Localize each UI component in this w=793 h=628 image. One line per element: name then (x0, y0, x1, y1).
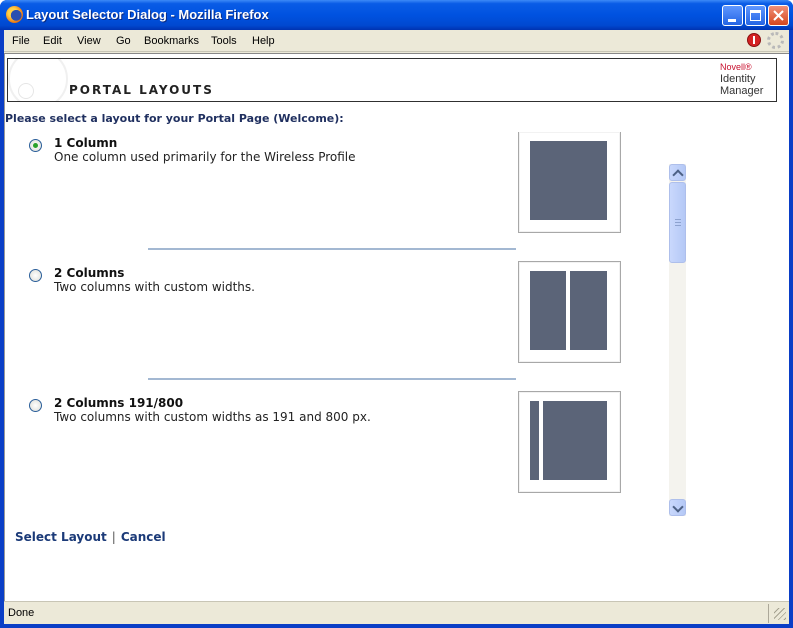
minimize-icon (728, 19, 736, 22)
layout-description: One column used primarily for the Wirele… (54, 150, 356, 164)
status-divider (768, 604, 769, 623)
scroll-up-button[interactable] (669, 164, 686, 181)
thumbnail-column (530, 141, 607, 220)
layout-option[interactable]: 2 Columns 191/800 Two columns with custo… (5, 391, 665, 505)
layout-separator (148, 378, 516, 380)
brand-line-2: Manager (720, 85, 764, 97)
thumbnail-column (543, 401, 607, 480)
menu-tools[interactable]: Tools (211, 35, 237, 47)
browser-window: Layout Selector Dialog - Mozilla Firefox… (0, 0, 793, 628)
close-button[interactable] (768, 5, 789, 26)
layout-option[interactable]: 1 Column One column used primarily for t… (5, 132, 665, 262)
layout-thumbnail-1-column[interactable] (518, 132, 621, 233)
layout-option[interactable]: 2 Columns Two columns with custom widths… (5, 261, 665, 392)
layout-title[interactable]: 2 Columns 191/800 (54, 396, 183, 410)
portal-header: PORTAL LAYOUTS Novell® Identity Manager (7, 58, 777, 102)
menu-bookmarks[interactable]: Bookmarks (144, 35, 199, 47)
layout-title[interactable]: 2 Columns (54, 266, 124, 280)
header-decoration-small (18, 83, 34, 99)
thumbnail-column (570, 271, 607, 350)
action-separator: | (111, 530, 116, 544)
page-content: PORTAL LAYOUTS Novell® Identity Manager … (4, 53, 789, 601)
layout-description: Two columns with custom widths as 191 an… (54, 410, 371, 424)
resize-grip-icon[interactable] (774, 608, 786, 620)
firefox-icon (6, 6, 23, 23)
status-text: Done (8, 607, 35, 619)
menu-edit[interactable]: Edit (43, 35, 62, 47)
close-icon (773, 10, 784, 21)
cancel-link[interactable]: Cancel (121, 530, 166, 544)
window-client: File Edit View Go Bookmarks Tools Help P… (4, 30, 789, 624)
select-layout-link[interactable]: Select Layout (15, 530, 107, 544)
layout-separator (148, 248, 516, 250)
page-title: PORTAL LAYOUTS (69, 83, 214, 97)
brand-line-1: Identity (720, 73, 756, 85)
menu-bar: File Edit View Go Bookmarks Tools Help (4, 30, 789, 52)
title-bar[interactable]: Layout Selector Dialog - Mozilla Firefox (0, 0, 793, 30)
layout-prompt: Please select a layout for your Portal P… (5, 112, 344, 125)
dialog-actions: Select Layout | Cancel (15, 530, 166, 544)
identity-manager-logo: Identity Manager (720, 73, 776, 97)
scroll-grip-icon (675, 219, 681, 226)
menu-view[interactable]: View (77, 35, 101, 47)
thumbnail-column (530, 271, 566, 350)
novell-logo: Novell® (720, 62, 752, 72)
layout-title[interactable]: 1 Column (54, 136, 117, 150)
layout-radio-2-columns[interactable] (29, 269, 42, 282)
throbber-icon (767, 32, 784, 49)
menu-go[interactable]: Go (116, 35, 131, 47)
scroll-down-button[interactable] (669, 499, 686, 516)
layout-radio-1-column[interactable] (29, 139, 42, 152)
layout-thumbnail-2-columns[interactable] (518, 261, 621, 363)
header-decoration (8, 59, 68, 101)
maximize-icon (750, 10, 761, 21)
layout-list-scrollbar[interactable] (669, 164, 686, 516)
layout-description: Two columns with custom widths. (54, 280, 255, 294)
minimize-button[interactable] (722, 5, 743, 26)
window-title: Layout Selector Dialog - Mozilla Firefox (26, 7, 269, 22)
status-bar: Done (4, 601, 789, 624)
layout-list[interactable]: 1 Column One column used primarily for t… (5, 132, 691, 505)
stop-icon[interactable] (747, 33, 761, 47)
layout-radio-2-columns-191-800[interactable] (29, 399, 42, 412)
thumbnail-column (530, 401, 539, 480)
menu-file[interactable]: File (12, 35, 30, 47)
maximize-button[interactable] (745, 5, 766, 26)
layout-thumbnail-2-columns-191-800[interactable] (518, 391, 621, 493)
scroll-thumb[interactable] (669, 182, 686, 263)
menu-help[interactable]: Help (252, 35, 275, 47)
